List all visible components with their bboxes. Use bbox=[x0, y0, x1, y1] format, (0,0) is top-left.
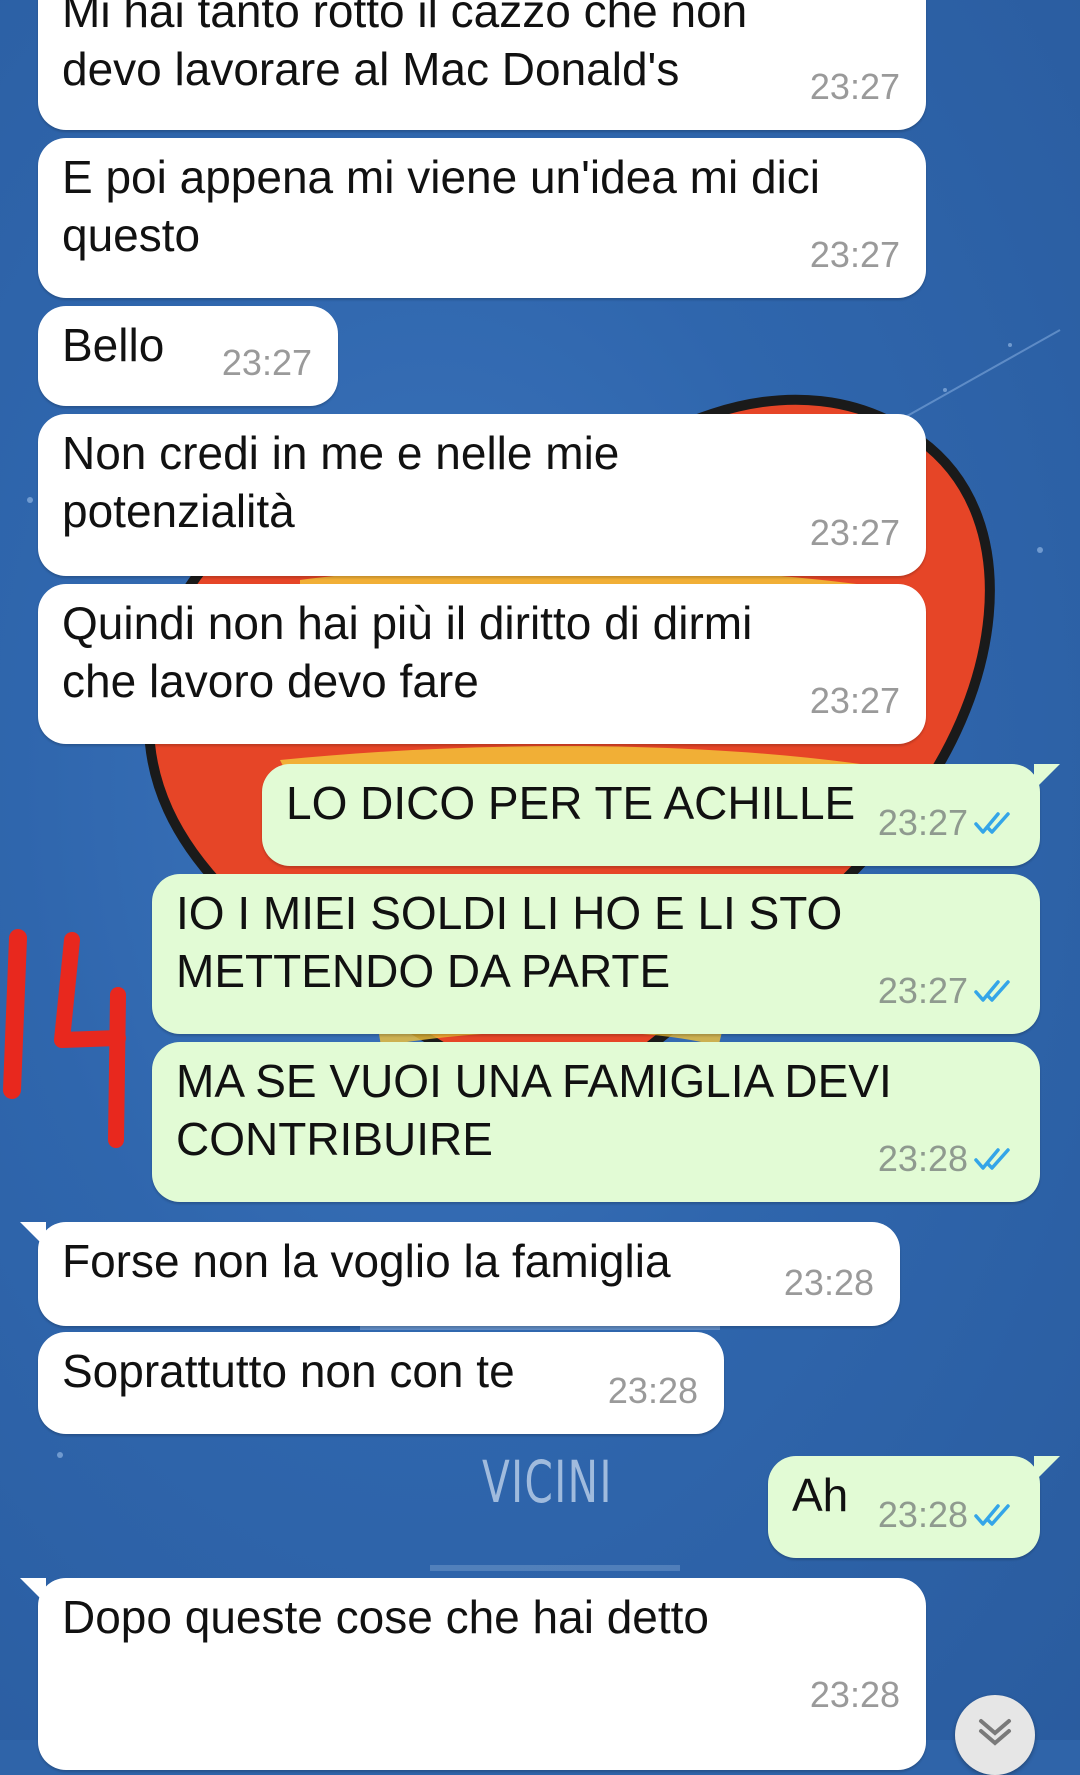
bubble-tail bbox=[1034, 1456, 1060, 1482]
bubble-tail bbox=[20, 1578, 46, 1604]
double-check-icon bbox=[974, 1504, 1010, 1526]
message-meta: 23:27 bbox=[878, 794, 1014, 852]
message-bubble-incoming[interactable]: Mi hai tanto rotto il cazzo che non devo… bbox=[38, 0, 926, 130]
message-meta: 23:28 bbox=[784, 1254, 874, 1312]
message-text: Forse non la voglio la famiglia bbox=[62, 1235, 671, 1287]
message-time: 23:28 bbox=[877, 1138, 968, 1179]
message-time: 23:28 bbox=[809, 1674, 900, 1715]
double-check-icon bbox=[974, 812, 1010, 834]
message-bubble-outgoing[interactable]: LO DICO PER TE ACHILLE 23:27 bbox=[262, 764, 1060, 866]
message-meta: 23:28 bbox=[810, 1666, 900, 1724]
message-meta: 23:27 bbox=[878, 962, 1014, 1020]
message-time: 23:27 bbox=[809, 234, 900, 275]
message-time: 23:27 bbox=[877, 970, 968, 1011]
bubble-tail bbox=[20, 1222, 46, 1248]
message-time: 23:27 bbox=[809, 66, 900, 107]
message-time: 23:28 bbox=[783, 1262, 874, 1303]
message-text: Non credi in me e nelle mie potenzialità bbox=[62, 427, 620, 537]
message-time: 23:27 bbox=[809, 680, 900, 721]
message-bubble-outgoing[interactable]: MA SE VUOI UNA FAMIGLIA DEVI CONTRIBUIRE… bbox=[152, 1042, 1040, 1202]
message-meta: 23:27 bbox=[810, 226, 900, 284]
message-time: 23:27 bbox=[877, 802, 968, 843]
wallpaper-caption: VICINI bbox=[482, 1448, 613, 1516]
message-text: Dopo queste cose che hai detto bbox=[62, 1591, 710, 1643]
bubble-tail bbox=[1034, 764, 1060, 790]
message-bubble-outgoing[interactable]: IO I MIEI SOLDI LI HO E LI STO METTENDO … bbox=[152, 874, 1040, 1034]
message-bubble-incoming[interactable]: Quindi non hai più il diritto di dirmi c… bbox=[38, 584, 926, 744]
message-time: 23:27 bbox=[809, 512, 900, 553]
message-time: 23:28 bbox=[607, 1370, 698, 1411]
message-bubble-incoming[interactable]: Dopo queste cose che hai detto 23:28 bbox=[20, 1578, 926, 1770]
annotation-number-14 bbox=[3, 929, 126, 1148]
message-time: 23:27 bbox=[221, 342, 312, 383]
message-meta: 23:27 bbox=[810, 672, 900, 730]
message-text: Quindi non hai più il diritto di dirmi c… bbox=[62, 597, 753, 707]
message-meta: 23:28 bbox=[608, 1362, 698, 1420]
message-meta: 23:27 bbox=[810, 58, 900, 116]
message-bubble-incoming[interactable]: E poi appena mi viene un'idea mi dici qu… bbox=[38, 138, 926, 298]
message-meta: 23:27 bbox=[222, 334, 312, 392]
message-time: 23:28 bbox=[877, 1494, 968, 1535]
message-text: E poi appena mi viene un'idea mi dici qu… bbox=[62, 151, 821, 261]
message-bubble-incoming[interactable]: Soprattutto non con te 23:28 bbox=[38, 1332, 724, 1434]
message-bubble-incoming[interactable]: Non credi in me e nelle mie potenzialità… bbox=[38, 414, 926, 576]
message-meta: 23:28 bbox=[878, 1486, 1014, 1544]
message-meta: 23:27 bbox=[810, 504, 900, 562]
double-check-icon bbox=[974, 1148, 1010, 1170]
message-bubble-incoming[interactable]: Bello 23:27 bbox=[38, 306, 338, 406]
chevron-down-icon bbox=[979, 1719, 1011, 1746]
message-text: Soprattutto non con te bbox=[62, 1345, 515, 1397]
message-bubble-incoming[interactable]: Forse non la voglio la famiglia 23:28 bbox=[20, 1222, 900, 1326]
scroll-to-bottom-button[interactable] bbox=[955, 1695, 1035, 1775]
message-bubble-outgoing[interactable]: Ah 23:28 bbox=[768, 1456, 1060, 1558]
message-meta: 23:28 bbox=[878, 1130, 1014, 1188]
double-check-icon bbox=[974, 980, 1010, 1002]
message-text: Mi hai tanto rotto il cazzo che non devo… bbox=[62, 0, 748, 95]
